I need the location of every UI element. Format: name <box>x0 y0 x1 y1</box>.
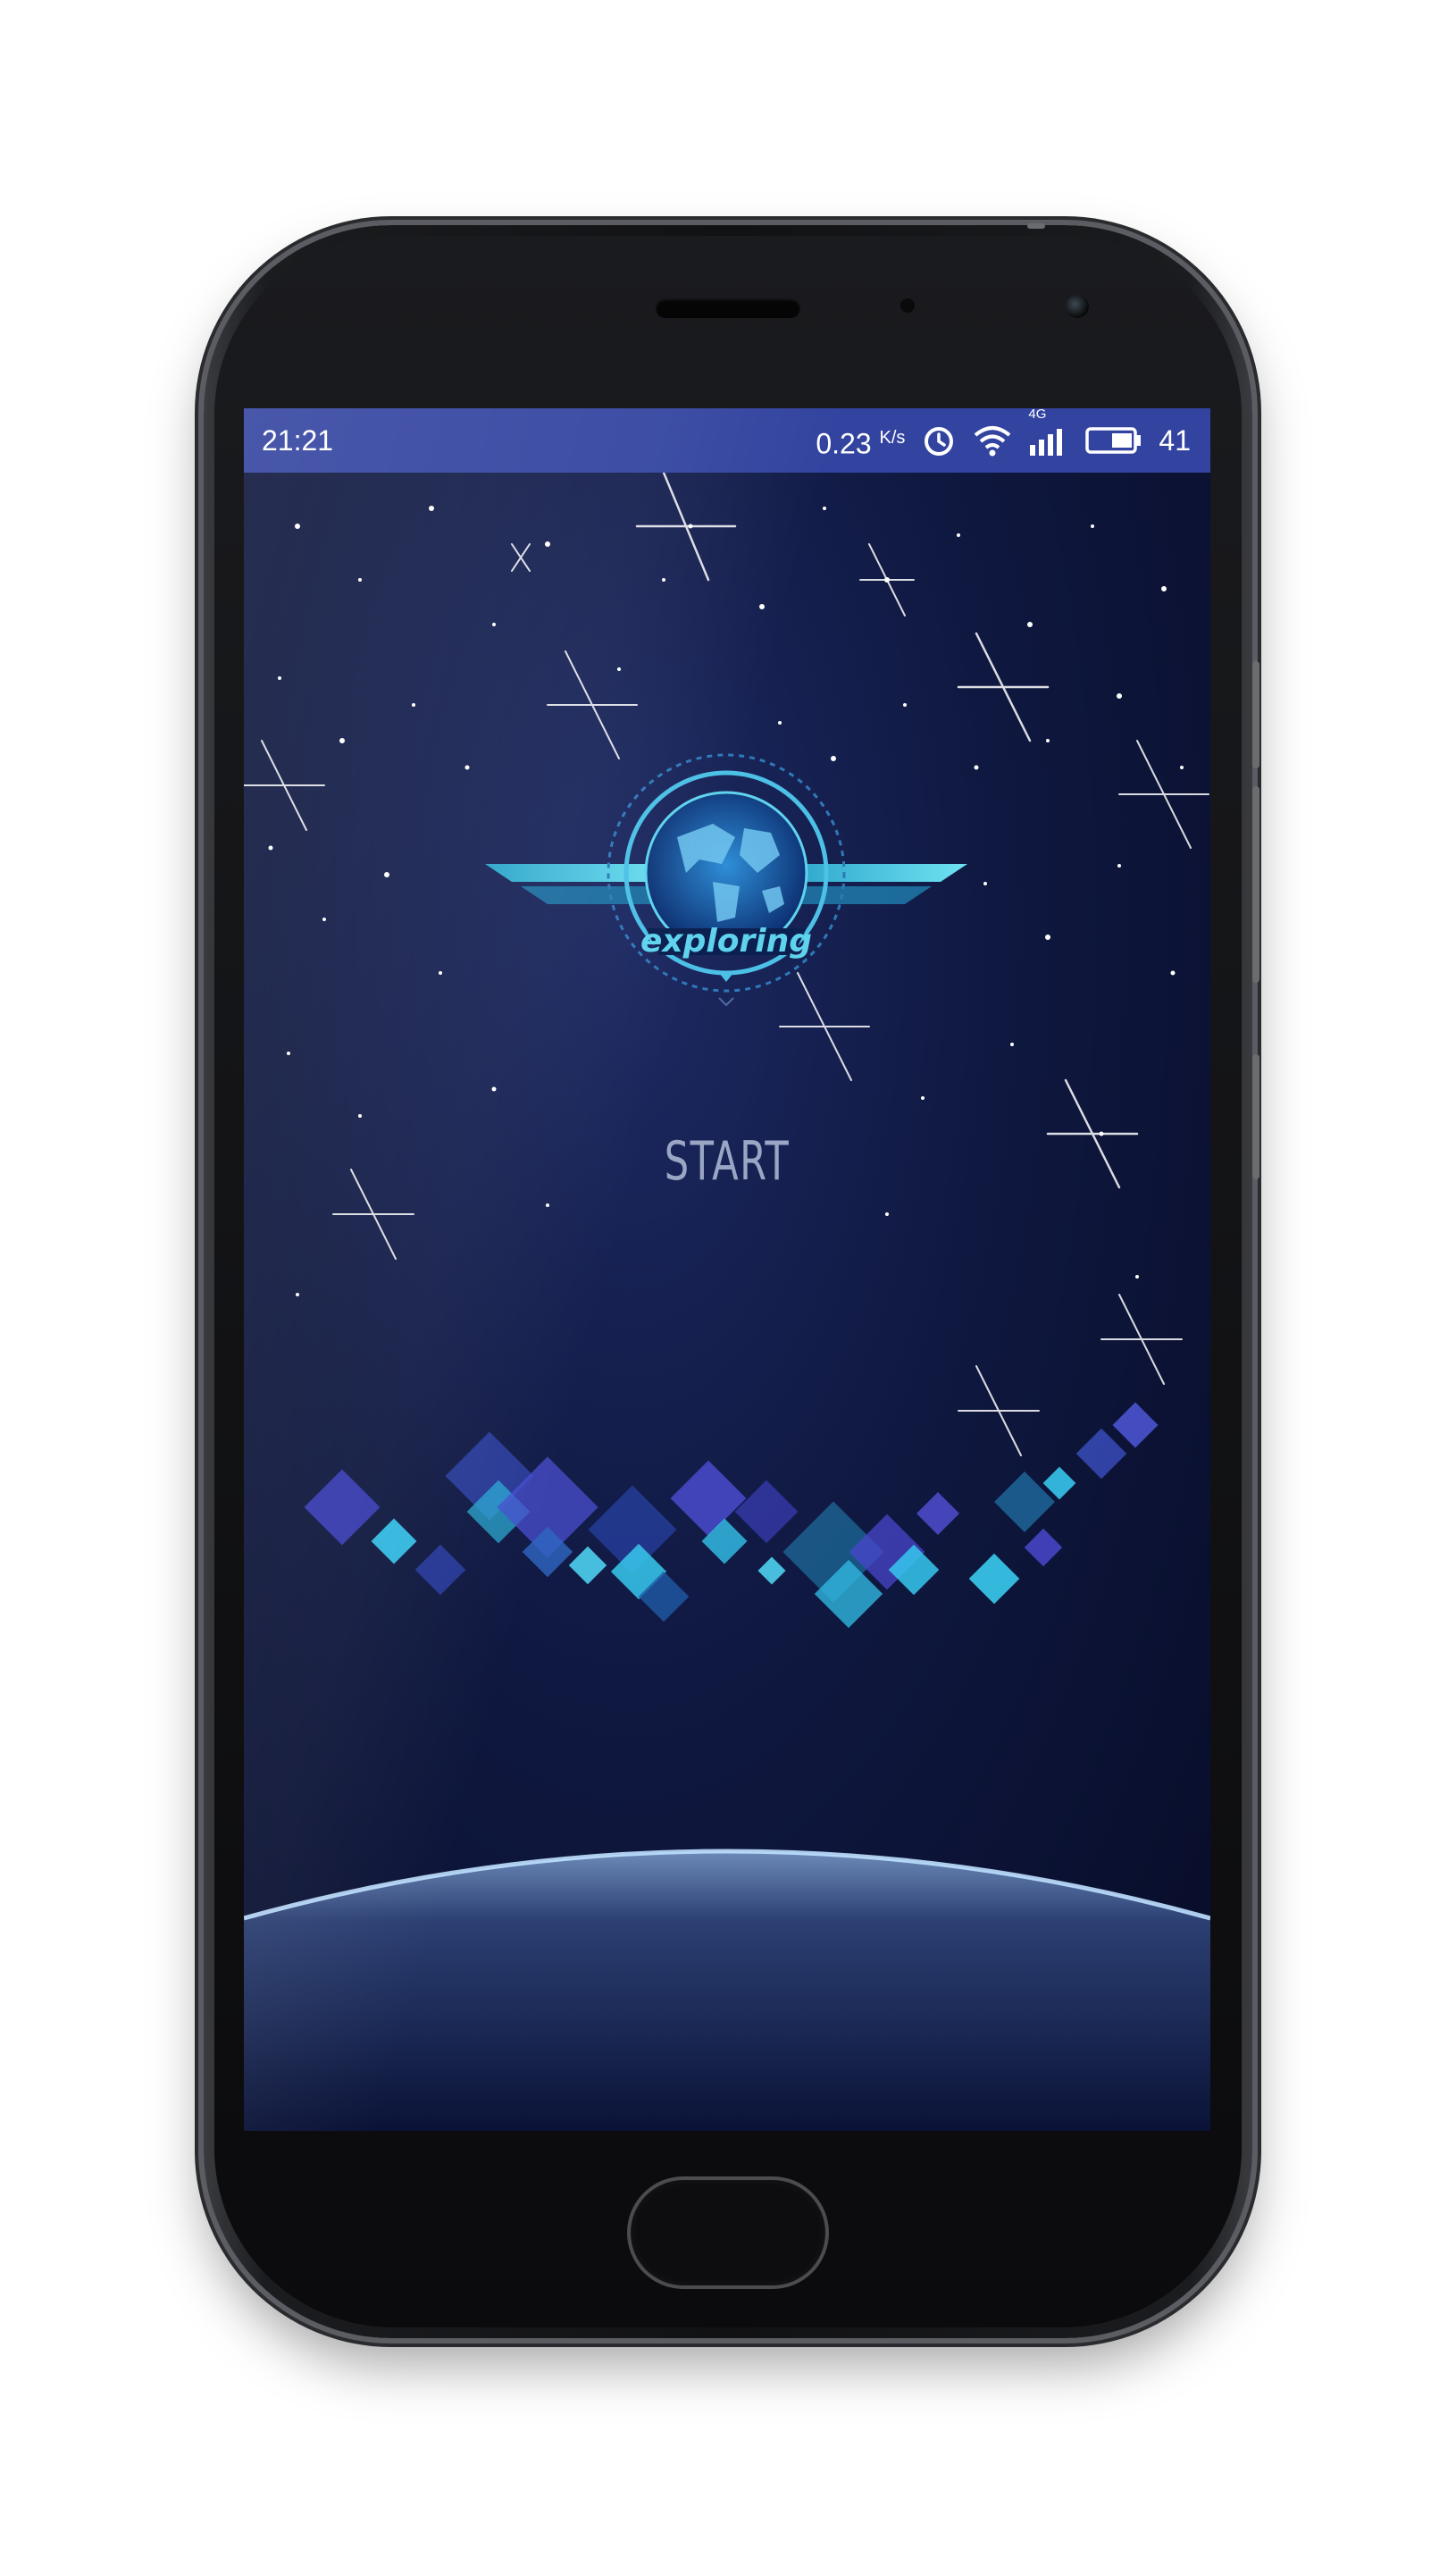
status-icons: 0.23 K/s 4G 41 <box>816 408 1191 473</box>
exploring-logo: exploring <box>485 753 967 1007</box>
battery-icon <box>1085 426 1142 455</box>
volume-up-button[interactable] <box>1252 661 1259 768</box>
start-button[interactable]: START <box>663 1121 791 1202</box>
logo-wordmark: exploring <box>640 923 812 960</box>
signal-icon: 4G <box>1028 408 1069 456</box>
network-speed: 0.23 K/s <box>816 408 905 475</box>
status-time: 21:21 <box>262 424 334 457</box>
status-bar: 21:21 0.23 K/s 4G 41 <box>244 408 1210 473</box>
earpiece-speaker <box>656 298 800 318</box>
floating-squares-decoration <box>304 1402 1159 1629</box>
battery-percentage: 41 <box>1159 424 1191 457</box>
network-speed-value: 0.23 <box>816 427 872 460</box>
top-button[interactable] <box>1027 223 1045 229</box>
planet-horizon <box>244 1802 1210 2131</box>
network-speed-unit: K/s <box>879 427 906 448</box>
volume-down-button[interactable] <box>1252 786 1259 983</box>
network-type-label: 4G <box>1028 408 1047 422</box>
app-screen: 21:21 0.23 K/s 4G 41 exploring START <box>244 408 1210 2131</box>
alarm-icon <box>921 423 957 458</box>
wifi-icon <box>973 424 1012 457</box>
power-button[interactable] <box>1252 1054 1259 1179</box>
home-button[interactable] <box>631 2180 825 2285</box>
front-camera <box>1066 295 1089 318</box>
proximity-sensor <box>900 298 915 313</box>
